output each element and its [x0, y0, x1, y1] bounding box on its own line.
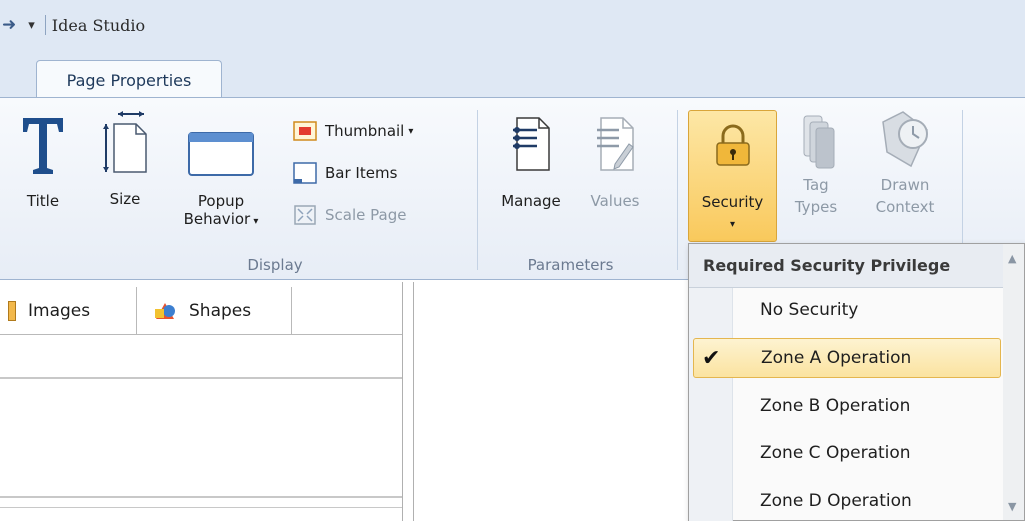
- security-label: Security: [701, 193, 764, 211]
- group-divider: [477, 110, 478, 270]
- popup-behavior-button[interactable]: Popup Behavior ▾: [176, 132, 266, 233]
- scroll-down-icon[interactable]: ▼: [1008, 500, 1016, 513]
- manage-label: Manage: [501, 192, 561, 210]
- splitter-line[interactable]: [402, 282, 403, 521]
- manage-button[interactable]: Manage: [488, 110, 574, 212]
- bar-items-icon: [293, 162, 317, 184]
- bar-items-button[interactable]: Bar Items: [293, 162, 397, 184]
- manage-icon: [513, 117, 550, 171]
- divider-line: [0, 507, 402, 508]
- size-button-label: Size: [109, 190, 141, 208]
- security-button[interactable]: Security ▾: [688, 110, 777, 242]
- tag-types-button[interactable]: Tag Types: [786, 108, 846, 218]
- tag-types-icon: [803, 115, 835, 169]
- ribbon-tab-row: Page Properties: [0, 52, 1025, 99]
- title-icon: [23, 118, 63, 174]
- divider-line: [0, 496, 402, 498]
- app-title: Idea Studio: [51, 15, 146, 35]
- popup-label-line2: Behavior: [183, 210, 251, 228]
- checkmark-icon: ✔: [702, 345, 721, 371]
- menu-item-zone-b[interactable]: Zone B Operation: [693, 386, 1001, 426]
- tab-images-label: Images: [28, 301, 91, 321]
- title-button-label: Title: [26, 192, 60, 210]
- security-dropdown-icon: ▾: [729, 219, 736, 230]
- scroll-up-icon[interactable]: ▲: [1008, 252, 1016, 265]
- menu-item-label: No Security: [760, 300, 859, 320]
- toolbar-divider: [44, 15, 46, 35]
- menu-item-label: Zone D Operation: [760, 491, 912, 511]
- title-bar: ➜ ▾ Idea Studio: [0, 0, 1025, 52]
- scale-page-icon: [294, 205, 316, 225]
- menu-item-label: Zone B Operation: [760, 396, 911, 416]
- thumbnail-label: Thumbnail: [325, 122, 405, 140]
- menu-item-zone-a[interactable]: ✔ Zone A Operation: [693, 338, 1001, 378]
- customize-toolbar-icon[interactable]: ▾: [28, 18, 35, 33]
- tab-page-properties[interactable]: Page Properties: [36, 60, 222, 99]
- shapes-icon: [155, 303, 175, 319]
- tag-types-line1: Tag: [803, 176, 829, 194]
- drawn-context-line2: Context: [875, 198, 935, 216]
- drawn-context-line1: Drawn: [880, 176, 930, 194]
- size-icon: [103, 111, 147, 173]
- tag-types-line2: Types: [794, 198, 838, 216]
- panel-tab-bar: Images Shapes: [0, 287, 402, 335]
- size-button[interactable]: Size: [100, 110, 150, 210]
- padlock-icon: [716, 124, 750, 166]
- menu-item-label: Zone C Operation: [760, 443, 911, 463]
- group-divider: [677, 110, 678, 270]
- quick-access-toolbar: ➜ ▾ Idea Studio: [0, 14, 145, 36]
- splitter-line: [413, 282, 414, 521]
- redo-icon[interactable]: ➜: [2, 15, 16, 35]
- popup-dropdown-icon: ▾: [250, 216, 259, 227]
- thumbnail-dropdown-icon: ▾: [408, 125, 414, 137]
- thumbnail-button[interactable]: Thumbnail ▾: [293, 120, 413, 142]
- security-privilege-menu: Required Security Privilege No Security …: [688, 243, 1025, 521]
- divider-line: [0, 377, 402, 379]
- parameters-group-label: Parameters: [527, 256, 614, 274]
- display-group-label: Display: [247, 256, 303, 274]
- scale-page-button[interactable]: Scale Page: [293, 204, 406, 226]
- title-button[interactable]: Title: [18, 112, 68, 212]
- values-button[interactable]: Values: [577, 110, 653, 212]
- tab-shapes-label: Shapes: [189, 301, 252, 321]
- tab-images[interactable]: Images: [0, 287, 137, 335]
- bar-items-label: Bar Items: [325, 164, 398, 182]
- menu-scrollbar[interactable]: ▲ ▼: [1003, 244, 1024, 520]
- menu-item-label: Zone A Operation: [761, 348, 912, 368]
- images-icon: [8, 301, 16, 321]
- menu-header: Required Security Privilege: [689, 244, 1003, 288]
- drawn-context-icon: [882, 111, 928, 168]
- values-icon: [597, 117, 634, 171]
- thumbnail-icon: [293, 121, 317, 141]
- values-label: Values: [590, 192, 640, 210]
- menu-item-zone-d[interactable]: Zone D Operation: [693, 481, 1001, 521]
- drawn-context-button[interactable]: Drawn Context: [862, 108, 948, 218]
- scale-page-label: Scale Page: [325, 206, 407, 224]
- menu-item-zone-c[interactable]: Zone C Operation: [693, 433, 1001, 473]
- tab-shapes[interactable]: Shapes: [137, 287, 292, 335]
- popup-window-icon: [188, 132, 254, 176]
- menu-item-no-security[interactable]: No Security: [693, 290, 1001, 330]
